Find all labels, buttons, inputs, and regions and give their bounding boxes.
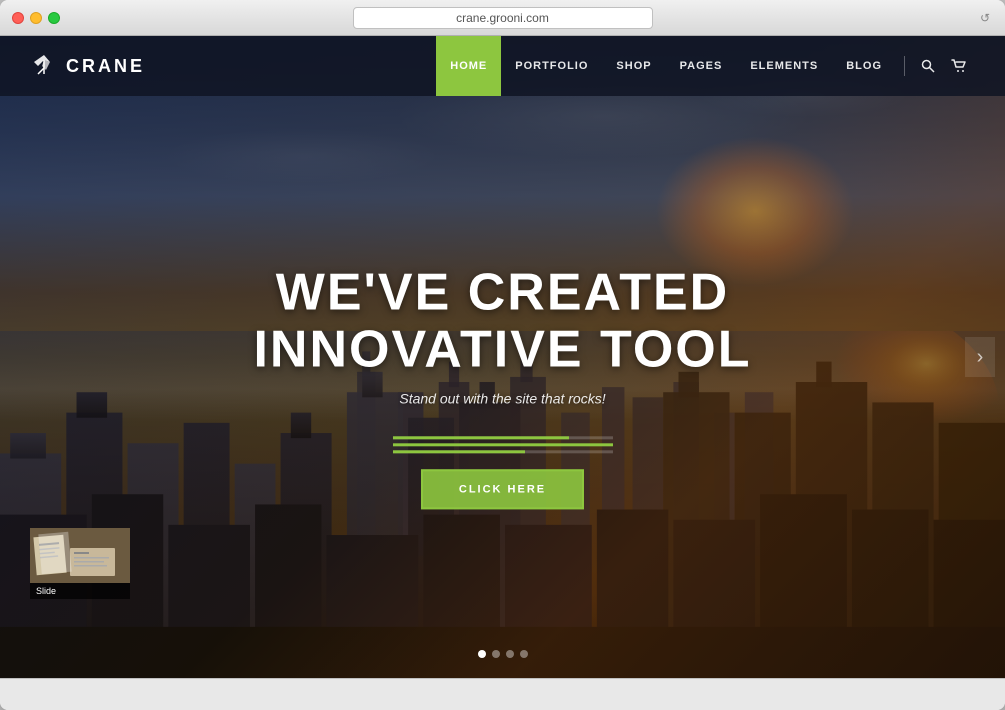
nav-portfolio[interactable]: PORTFOLIO	[501, 36, 602, 96]
slide-thumbnail[interactable]: Slide	[30, 528, 130, 598]
cart-icon[interactable]	[943, 36, 975, 96]
hero-title-line2: INNOVATIVE TOOL	[253, 321, 751, 379]
progress-bar-1	[393, 437, 613, 440]
brand-name: CRANE	[66, 56, 145, 77]
slide-dot-3[interactable]	[506, 650, 514, 658]
arrow-right-icon: ›	[977, 346, 984, 369]
nav-divider	[904, 56, 905, 76]
slide-dot-2[interactable]	[492, 650, 500, 658]
close-button[interactable]	[12, 12, 24, 24]
progress-fill-1	[393, 437, 569, 440]
slide-dot-4[interactable]	[520, 650, 528, 658]
next-slide-button[interactable]: ›	[965, 337, 995, 377]
browser-content: CRANE HOME PORTFOLIO SHOP PAGES ELEMENTS…	[0, 36, 1005, 678]
nav-blog[interactable]: BLOG	[832, 36, 896, 96]
browser-titlebar: crane.grooni.com ↺	[0, 0, 1005, 36]
progress-fill-3	[393, 451, 525, 454]
nav-shop[interactable]: SHOP	[602, 36, 665, 96]
navbar: CRANE HOME PORTFOLIO SHOP PAGES ELEMENTS…	[0, 36, 1005, 96]
nav-home[interactable]: HOME	[436, 36, 501, 96]
nav-elements[interactable]: ELEMENTS	[736, 36, 832, 96]
slide-dot-1[interactable]	[478, 650, 486, 658]
brand-logo-icon	[30, 52, 58, 80]
window-controls	[12, 12, 60, 24]
cta-button[interactable]: CLICK HERE	[421, 470, 584, 510]
slide-label: Slide	[30, 583, 130, 599]
maximize-button[interactable]	[48, 12, 60, 24]
slide-dots	[478, 650, 528, 658]
hero-title-line1: WE'VE CREATED	[276, 263, 729, 321]
minimize-button[interactable]	[30, 12, 42, 24]
brand[interactable]: CRANE	[30, 52, 145, 80]
refresh-button[interactable]: ↺	[977, 10, 993, 26]
search-icon[interactable]	[913, 36, 943, 96]
progress-bar-2	[393, 444, 613, 447]
hero-content: WE'VE CREATED INNOVATIVE TOOL Stand out …	[253, 264, 751, 509]
browser-bottom-bar	[0, 678, 1005, 710]
progress-bar-3	[393, 451, 613, 454]
progress-fill-2	[393, 444, 613, 447]
hero-subtitle: Stand out with the site that rocks!	[253, 391, 751, 407]
browser-window: crane.grooni.com ↺	[0, 0, 1005, 710]
url-input[interactable]: crane.grooni.com	[353, 7, 653, 29]
hero-title: WE'VE CREATED INNOVATIVE TOOL	[253, 264, 751, 378]
url-bar: crane.grooni.com	[12, 7, 993, 29]
nav-pages[interactable]: PAGES	[666, 36, 737, 96]
nav-links: HOME PORTFOLIO SHOP PAGES ELEMENTS BLOG	[436, 36, 975, 96]
progress-bars	[393, 437, 613, 454]
slide-thumb-image	[30, 528, 130, 583]
